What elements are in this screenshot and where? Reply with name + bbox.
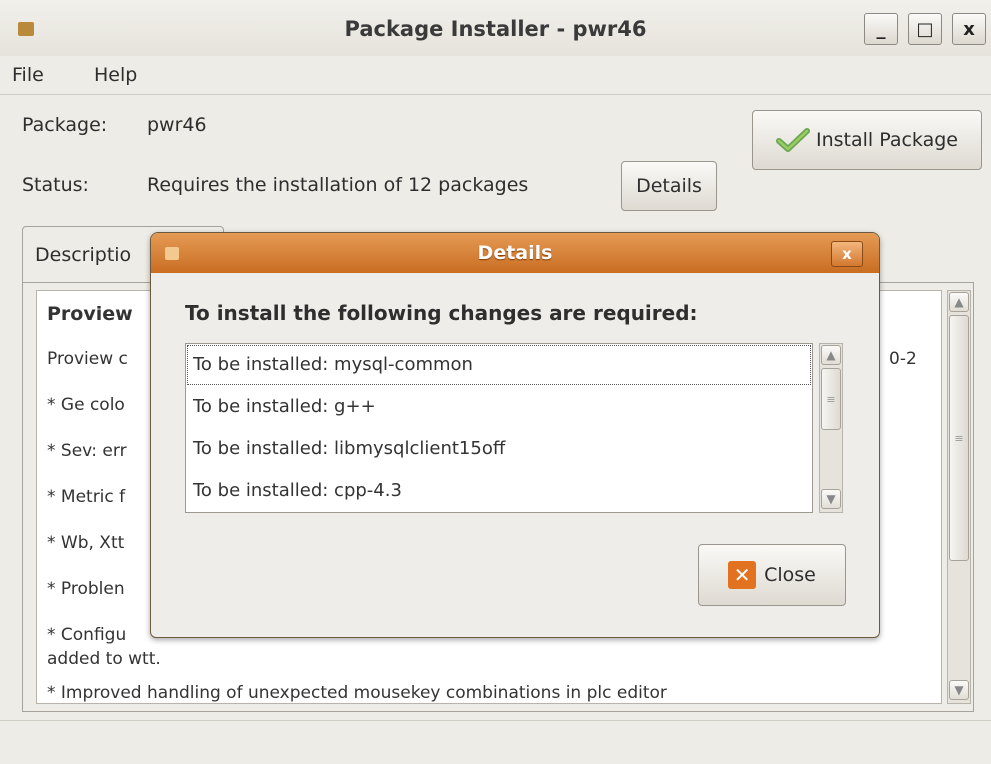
status-label: Status: — [22, 174, 89, 196]
close-icon: ✕ — [728, 561, 757, 589]
close-button[interactable]: ✕ Close — [698, 544, 846, 606]
description-line: * Configu — [47, 625, 127, 645]
description-line: * Ge colo — [47, 395, 125, 415]
status-value: Requires the installation of 12 packages — [147, 174, 529, 196]
description-fragment: 0-2 — [889, 349, 917, 369]
scroll-up-icon[interactable]: ▲ — [821, 345, 841, 365]
description-line: * Sev: err — [47, 441, 127, 461]
scroll-thumb[interactable]: ≡ — [821, 368, 841, 430]
description-line: Proview c — [47, 349, 128, 369]
list-item-label: To be installed: mysql-common — [193, 354, 473, 375]
scroll-down-icon[interactable]: ▼ — [949, 680, 969, 700]
dialog-heading: To install the following changes are req… — [185, 301, 698, 325]
description-title: Proview — [47, 303, 133, 325]
minimize-button[interactable]: _ — [864, 13, 898, 45]
menu-bar: File Help — [0, 56, 991, 95]
menu-file[interactable]: File — [12, 64, 44, 86]
details-dialog: Details x To install the following chang… — [150, 232, 880, 638]
description-line: * Improved handling of unexpected mousek… — [47, 683, 667, 703]
close-button-label: Close — [764, 564, 816, 586]
description-line: * Metric f — [47, 487, 126, 507]
list-item[interactable]: To be installed: mysql-common — [186, 344, 812, 386]
list-item-label: To be installed: libmysqlclient15off — [193, 438, 506, 459]
dialog-close-icon[interactable]: x — [831, 241, 863, 267]
dialog-title: Details — [477, 242, 553, 264]
description-line: added to wtt. — [47, 649, 161, 669]
description-line: * Problen — [47, 579, 125, 599]
menu-help[interactable]: Help — [94, 64, 137, 86]
list-item-label: To be installed: g++ — [193, 396, 376, 417]
package-installer-window: Package Installer - pwr46 _ □ x File Hel… — [0, 0, 991, 764]
scroll-down-icon[interactable]: ▼ — [821, 489, 841, 509]
list-item[interactable]: To be installed: g++ — [186, 386, 812, 428]
checkmark-icon — [776, 128, 810, 152]
changes-list[interactable]: To be installed: mysql-common To be inst… — [185, 343, 813, 513]
description-scrollbar[interactable]: ▲ ≡ ▼ — [947, 290, 971, 704]
title-bar[interactable]: Package Installer - pwr46 _ □ x — [0, 0, 991, 56]
install-package-label: Install Package — [816, 129, 958, 151]
description-line: * Wb, Xtt — [47, 533, 125, 553]
install-package-button[interactable]: Install Package — [752, 110, 982, 170]
changes-list-scrollbar[interactable]: ▲ ≡ ▼ — [819, 343, 843, 513]
tab-description-label: Descriptio — [35, 244, 132, 266]
window-title: Package Installer - pwr46 — [344, 17, 647, 41]
package-label: Package: — [22, 114, 108, 136]
scroll-thumb[interactable]: ≡ — [949, 315, 969, 561]
package-name: pwr46 — [147, 114, 207, 136]
scroll-up-icon[interactable]: ▲ — [949, 292, 969, 312]
list-item[interactable]: To be installed: libmysqlclient15off — [186, 428, 812, 470]
status-bar — [0, 720, 991, 764]
list-item-label: To be installed: cpp-4.3 — [193, 480, 402, 501]
maximize-button[interactable]: □ — [908, 13, 942, 45]
list-item[interactable]: To be installed: cpp-4.3 — [186, 470, 812, 512]
details-button[interactable]: Details — [621, 161, 717, 211]
dialog-title-bar[interactable]: Details x — [151, 233, 879, 273]
close-window-button[interactable]: x — [952, 13, 986, 45]
